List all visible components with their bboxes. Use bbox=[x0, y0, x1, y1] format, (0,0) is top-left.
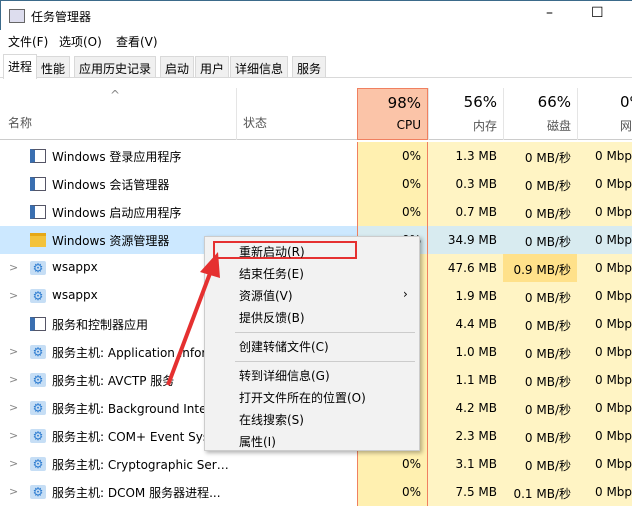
arrow-shaft bbox=[166, 267, 214, 386]
annotation-arrow bbox=[166, 252, 220, 386]
arrow-head bbox=[200, 252, 220, 278]
